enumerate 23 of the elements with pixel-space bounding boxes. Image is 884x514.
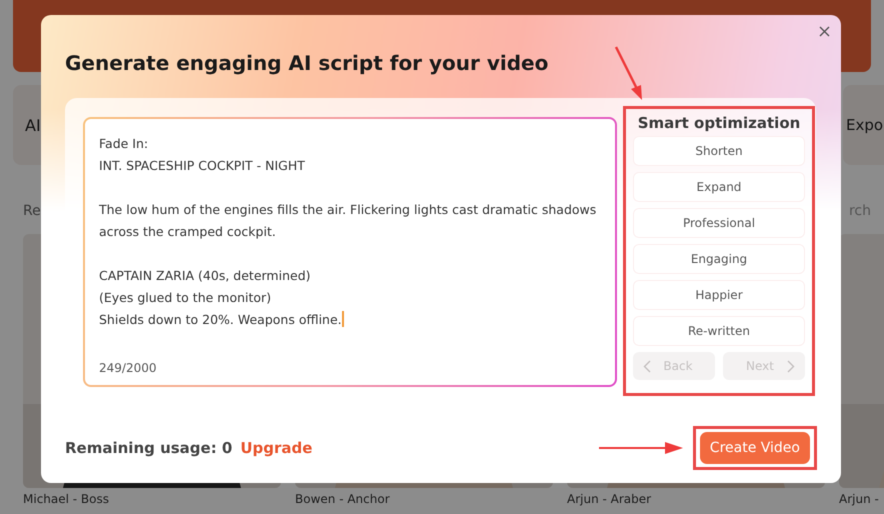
avatar-name: Arjun -	[839, 492, 880, 506]
usage-label: Remaining usage: 0	[65, 439, 232, 457]
option-button[interactable]: Shorten	[633, 136, 805, 166]
close-icon	[818, 26, 830, 36]
feature-card[interactable]: Expo	[843, 85, 884, 165]
panel-title: Smart optimization	[638, 114, 800, 132]
dialog-title: Generate engaging AI script for your video	[65, 51, 550, 75]
option-button[interactable]: Re-written	[633, 316, 805, 346]
avatar-name: Arjun - Araber	[567, 492, 652, 506]
option-button[interactable]: Happier	[633, 280, 805, 310]
chevron-right-icon	[787, 360, 795, 372]
option-button[interactable]: Professional	[633, 208, 805, 238]
option-button[interactable]: Expand	[633, 172, 805, 202]
chevron-left-icon	[643, 360, 651, 372]
text-caret	[342, 311, 344, 327]
script-field[interactable]: Fade In: INT. SPACESHIP COCKPIT - NIGHT The low hum of the engines fills the air. Flickering lights cast dramatic shadows across the cramped cockpit. CAPTAIN ZARIA (40s, determined) (Eyes glued to the monitor) Shields down to 20%. Weapons offline. 249/2000	[83, 117, 617, 387]
annotation-arrow	[614, 45, 644, 101]
section-label: Re	[22, 203, 41, 219]
avatar-name: Michael - Boss	[23, 492, 110, 506]
character-counter: 249/2000	[99, 361, 158, 375]
option-button[interactable]: Engaging	[633, 244, 805, 274]
upgrade-link[interactable]: Upgrade	[240, 439, 312, 457]
avatar-name: Bowen - Anchor	[295, 492, 391, 506]
